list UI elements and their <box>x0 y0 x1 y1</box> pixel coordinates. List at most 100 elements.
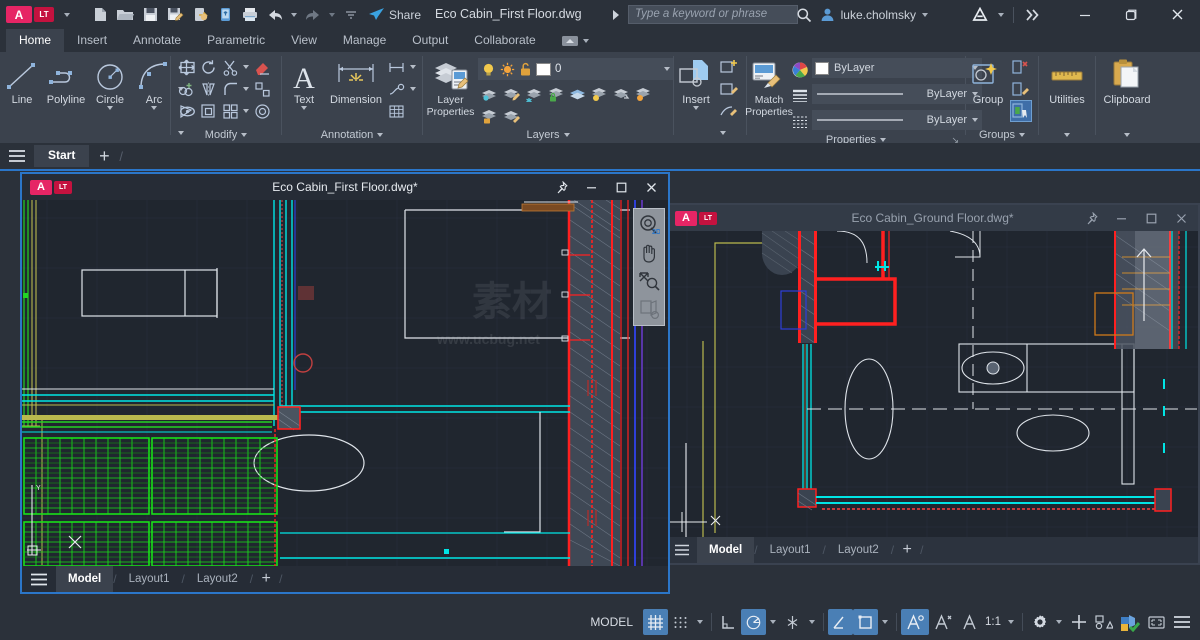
annotation-scale-person-icon[interactable] <box>957 609 982 635</box>
isoplane-dropdown-icon[interactable] <box>805 609 819 635</box>
save-icon[interactable] <box>138 3 162 27</box>
search-icon[interactable] <box>790 0 818 29</box>
ribbon-panel-switcher[interactable] <box>561 29 589 52</box>
tab-manage[interactable]: Manage <box>330 29 399 52</box>
autoscale-toggle[interactable] <box>929 609 957 635</box>
drawing-window-first-floor[interactable]: A LT Eco Cabin_First Floor.dwg* <box>20 172 670 594</box>
leader-icon[interactable] <box>386 78 408 100</box>
layout-tab-layout1-ground[interactable]: Layout1 <box>758 537 823 563</box>
orbit-icon[interactable] <box>634 295 664 323</box>
array-icon[interactable] <box>219 100 241 122</box>
workspace-dropdown-icon[interactable] <box>1052 609 1066 635</box>
model-space-button[interactable]: MODEL <box>580 615 643 629</box>
snap-mode-toggle[interactable] <box>668 609 693 635</box>
scale-icon[interactable] <box>197 100 219 122</box>
tab-parametric[interactable]: Parametric <box>194 29 278 52</box>
trim-icon[interactable] <box>219 56 241 78</box>
new-tab-button[interactable]: + <box>89 143 119 169</box>
tab-start[interactable]: Start <box>34 145 89 167</box>
utilities-button[interactable]: Utilities <box>1045 56 1089 106</box>
move-icon[interactable] <box>175 56 197 78</box>
lineweight-control[interactable]: ByLayer <box>812 84 982 104</box>
drawing-window-title-bar-ground[interactable]: A LT Eco Cabin_Ground Floor.dwg* <box>667 205 1198 231</box>
new-layout-button-ground[interactable]: + <box>894 537 920 563</box>
edit-attribute-icon[interactable] <box>718 100 740 122</box>
panel-label-annotation[interactable]: Annotation <box>282 127 422 143</box>
group-selection-icon[interactable] <box>1010 100 1032 122</box>
rotate-icon[interactable] <box>197 56 219 78</box>
table-icon[interactable] <box>386 100 408 122</box>
layer-previous-icon[interactable] <box>610 82 632 104</box>
create-block-icon[interactable] <box>718 56 740 78</box>
isometric-drafting[interactable] <box>780 609 805 635</box>
customization-plus[interactable] <box>1066 609 1091 635</box>
redo-arrow-icon[interactable] <box>301 3 325 27</box>
trim-dropdown-icon[interactable] <box>241 56 251 78</box>
open-folder-icon[interactable] <box>113 3 137 27</box>
annotation-scale-value[interactable]: 1:1 <box>982 616 1004 628</box>
fillet-dropdown-icon[interactable] <box>241 78 251 100</box>
clipboard-button[interactable]: Clipboard <box>1099 56 1154 106</box>
drawing-canvas-first[interactable]: Y 素材 www.ucbug.net <box>22 200 668 566</box>
hamburger-menu-icon[interactable] <box>0 143 34 169</box>
copy-icon[interactable] <box>175 78 197 100</box>
layout-tab-model-first[interactable]: Model <box>56 566 113 592</box>
ungroup-icon[interactable] <box>1010 56 1032 78</box>
annotation-scale-dropdown-icon[interactable] <box>1004 609 1018 635</box>
layout-tab-layout2-first[interactable]: Layout2 <box>185 566 250 592</box>
app-menu-dropdown-icon[interactable] <box>55 3 79 27</box>
tab-view[interactable]: View <box>278 29 330 52</box>
panel-label-utilities[interactable] <box>1039 127 1095 143</box>
drawing-canvas-ground[interactable] <box>667 231 1198 537</box>
customization-menu[interactable] <box>1169 609 1194 635</box>
polar-tracking-toggle[interactable] <box>741 609 766 635</box>
window-close-button[interactable] <box>1154 0 1200 29</box>
layout-tab-layout2-ground[interactable]: Layout2 <box>826 537 891 563</box>
expand-ribbon-icon[interactable] <box>1020 0 1046 29</box>
document-dropdown-icon[interactable] <box>613 10 619 20</box>
chevron-down-icon[interactable] <box>339 3 363 27</box>
linear-dim-dropdown-icon[interactable] <box>408 56 418 78</box>
panel-label-modify[interactable]: Modify <box>171 127 281 143</box>
steering-wheel-2d-icon[interactable]: 2D <box>634 211 664 239</box>
snap-dropdown-icon[interactable] <box>693 609 707 635</box>
insert-dropdown-icon[interactable] <box>693 106 699 110</box>
layer-properties-button[interactable]: LayerProperties <box>423 56 478 118</box>
layout-tab-layout1-first[interactable]: Layout1 <box>117 566 182 592</box>
undo-arrow-icon[interactable] <box>263 3 287 27</box>
grid-display-toggle[interactable] <box>643 609 668 635</box>
layer-edit-icon[interactable] <box>500 82 522 104</box>
tab-insert[interactable]: Insert <box>64 29 120 52</box>
linetype-control[interactable]: ByLayer <box>812 110 982 130</box>
object-snap-tracking[interactable] <box>828 609 853 635</box>
stretch-icon[interactable] <box>175 100 197 122</box>
block-dropdown-icon[interactable] <box>718 122 728 144</box>
panel-label-groups[interactable]: Groups <box>966 127 1038 143</box>
match-properties-button[interactable]: MatchProperties <box>747 56 791 118</box>
array-dropdown-icon[interactable] <box>241 100 251 122</box>
line-tool-button[interactable]: Line <box>0 56 44 106</box>
save-as-icon[interactable] <box>163 3 187 27</box>
navigation-bar[interactable]: 2D <box>633 208 665 326</box>
redo-dropdown-icon[interactable] <box>326 3 338 27</box>
minimize-icon[interactable] <box>576 174 606 200</box>
layout-menu-icon[interactable] <box>22 566 56 592</box>
maximize-icon[interactable] <box>1136 205 1166 231</box>
export-icon[interactable] <box>188 3 212 27</box>
autodesk-help-icon[interactable] <box>966 0 994 29</box>
isolate-objects-icon[interactable] <box>1091 609 1116 635</box>
window-minimize-button[interactable] <box>1062 0 1108 29</box>
leader-dropdown-icon[interactable] <box>408 78 418 100</box>
edit-block-icon[interactable] <box>718 78 740 100</box>
layout-menu-icon[interactable] <box>667 537 697 563</box>
drawing-window-title-bar-first[interactable]: A LT Eco Cabin_First Floor.dwg* <box>22 174 668 200</box>
tab-home[interactable]: Home <box>6 29 64 52</box>
offset-icon[interactable] <box>251 100 273 122</box>
panel-label-clipboard[interactable] <box>1096 127 1158 143</box>
layer-freeze-icon[interactable] <box>522 82 544 104</box>
insert-block-button[interactable]: Insert <box>674 56 718 110</box>
zoom-extents-icon[interactable] <box>634 267 664 295</box>
polyline-tool-button[interactable]: Polyline <box>44 56 88 106</box>
pan-hand-icon[interactable] <box>634 239 664 267</box>
undo-dropdown-icon[interactable] <box>288 3 300 27</box>
